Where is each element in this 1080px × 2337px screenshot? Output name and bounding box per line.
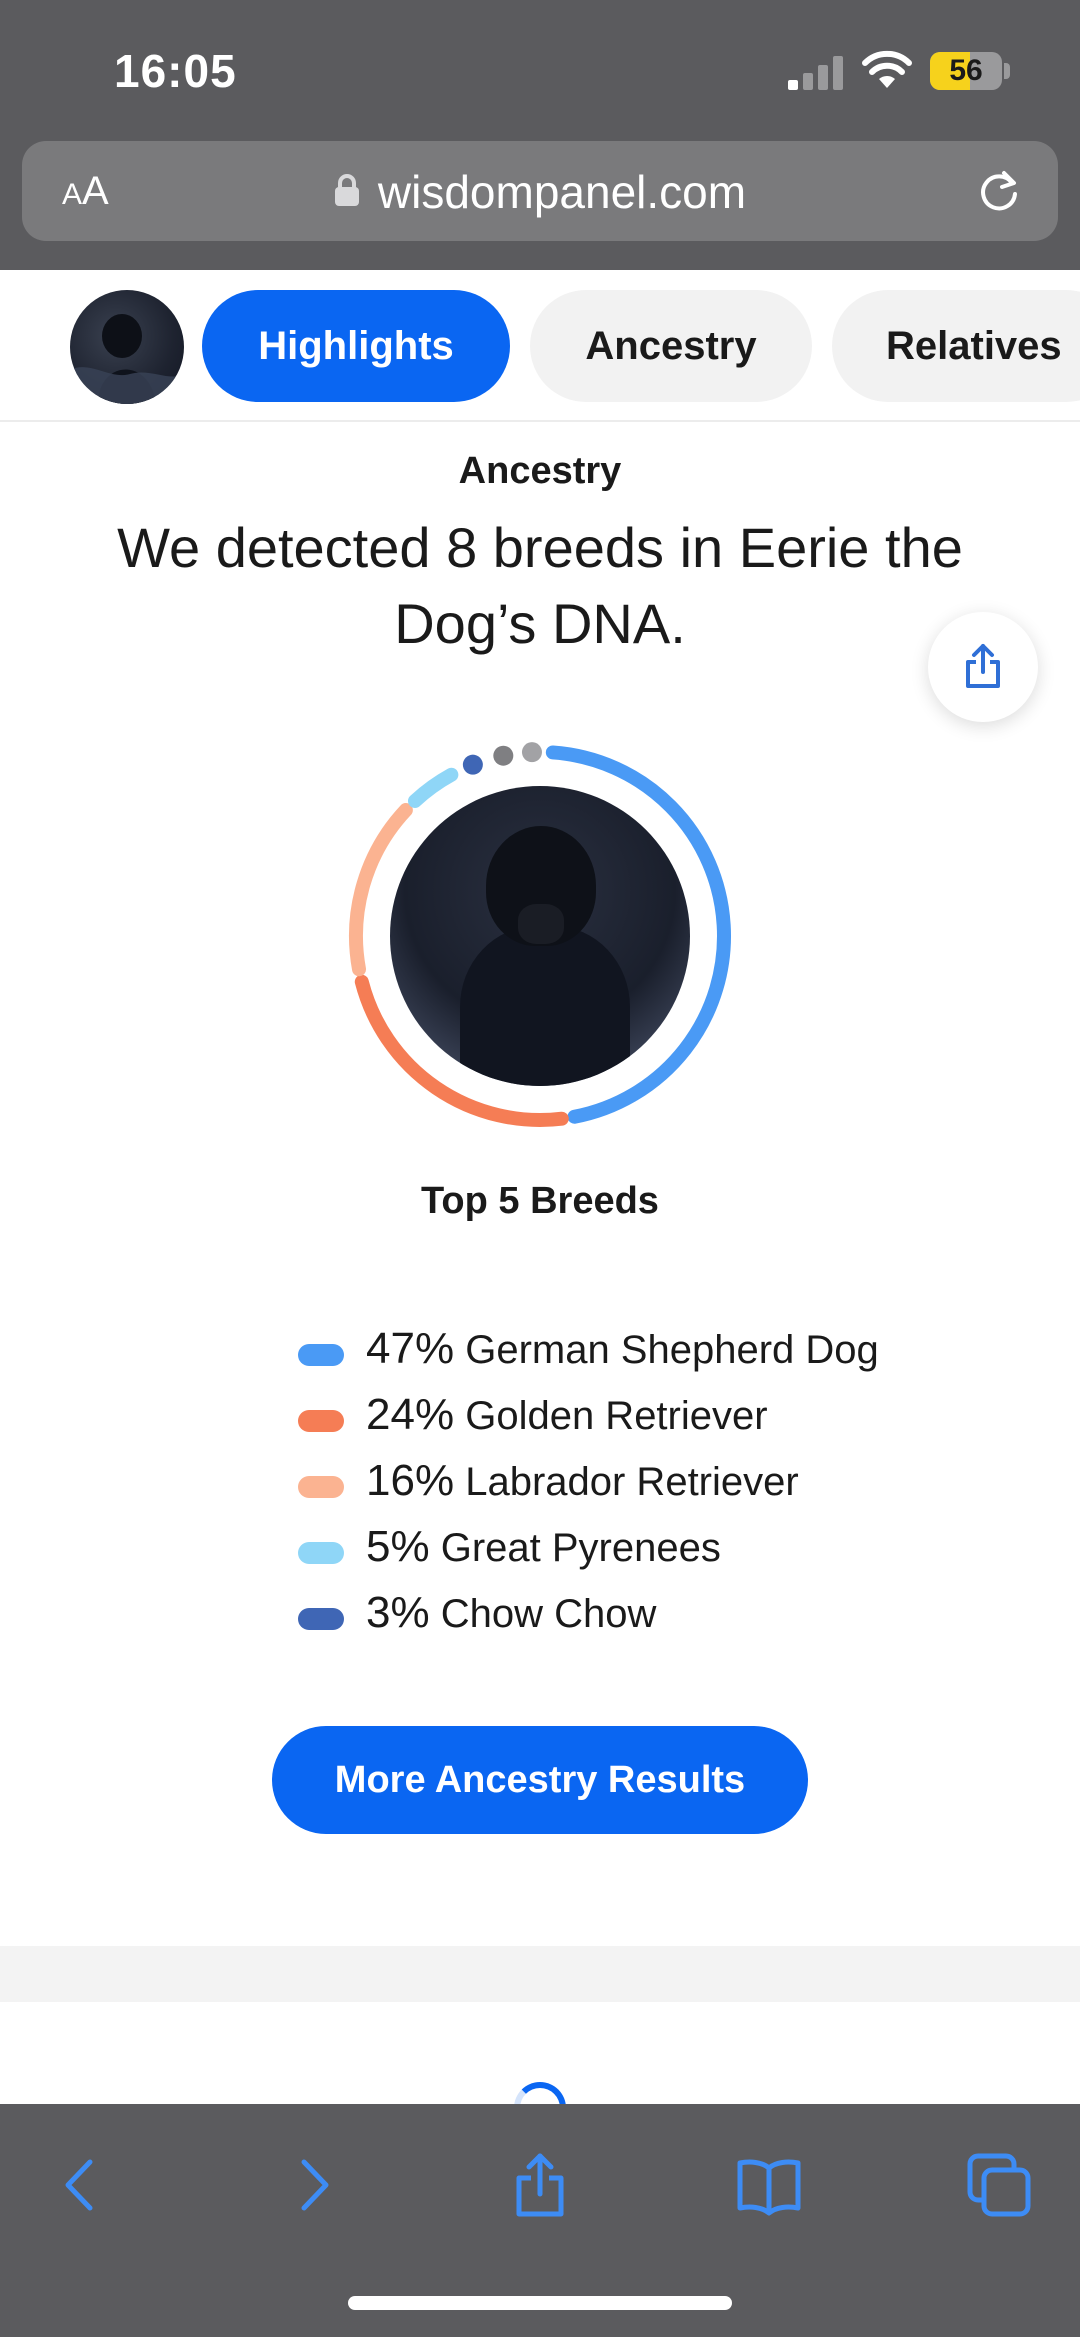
battery-level: 56: [949, 54, 983, 87]
ring-segment-4: [462, 754, 483, 775]
page-headline: We detected 8 breeds in Eerie the Dog’s …: [117, 516, 963, 655]
breed-name: Labrador Retriever: [465, 1460, 799, 1504]
legend-label: 24% Golden Retriever: [366, 1390, 768, 1440]
legend-spacer: [454, 1460, 465, 1504]
cellular-signal-icon: [788, 56, 843, 90]
dog-photo-snout: [518, 904, 564, 944]
reload-icon[interactable]: [976, 169, 1022, 215]
address-bar[interactable]: AA wisdompanel.com: [22, 141, 1058, 241]
breed-name: Chow Chow: [440, 1592, 657, 1636]
breed-percent: 47%: [366, 1324, 455, 1373]
legend-item: 47% German Shepherd Dog: [298, 1320, 998, 1386]
battery-nub: [1004, 63, 1010, 79]
status-time: 16:05: [114, 45, 237, 97]
ancestry-ring-chart: [340, 736, 740, 1136]
breed-percent: 16%: [366, 1456, 455, 1505]
dog-avatar[interactable]: [70, 290, 184, 404]
legend-item: 3% Chow Chow: [298, 1584, 998, 1650]
more-ancestry-results-button[interactable]: More Ancestry Results: [272, 1726, 808, 1834]
tab-highlights[interactable]: Highlights: [202, 290, 510, 402]
ring-segment-other-0: [493, 745, 514, 766]
battery-icon: 56: [930, 52, 1002, 90]
legend-label: 16% Labrador Retriever: [366, 1456, 799, 1506]
tab-navigation: Highlights Ancestry Relatives: [0, 270, 1080, 422]
forward-icon[interactable]: [278, 2150, 348, 2220]
tab-relatives[interactable]: Relatives: [832, 290, 1080, 402]
legend-label: 5% Great Pyrenees: [366, 1522, 721, 1572]
legend-item: 5% Great Pyrenees: [298, 1518, 998, 1584]
ring-segment-3: [407, 767, 459, 808]
legend-item: 24% Golden Retriever: [298, 1386, 998, 1452]
legend-spacer: [454, 1394, 465, 1438]
tabs-icon[interactable]: [964, 2150, 1034, 2220]
browser-top-chrome: 16:05 56 AA wisdompanel.com: [0, 0, 1080, 270]
dog-photo: [390, 786, 690, 1086]
url-display[interactable]: wisdompanel.com: [22, 163, 1058, 219]
wifi-icon: [862, 50, 912, 88]
legend-color-swatch: [298, 1410, 344, 1432]
dog-photo-body: [460, 926, 630, 1086]
section-divider: [0, 1946, 1080, 2002]
breed-name: Great Pyrenees: [440, 1526, 721, 1570]
top-breeds-title: Top 5 Breeds: [421, 1180, 659, 1222]
breed-legend: 47% German Shepherd Dog 24% Golden Retrie…: [298, 1320, 998, 1650]
legend-color-swatch: [298, 1542, 344, 1564]
breed-percent: 5%: [366, 1522, 430, 1571]
breed-name: German Shepherd Dog: [465, 1328, 879, 1372]
legend-color-swatch: [298, 1476, 344, 1498]
legend-color-swatch: [298, 1344, 344, 1366]
screen: 16:05 56 AA wisdompanel.com Highlights A…: [0, 0, 1080, 2337]
breed-percent: 24%: [366, 1390, 455, 1439]
lock-icon: [334, 163, 360, 206]
legend-label: 3% Chow Chow: [366, 1588, 656, 1638]
ring-segment-other-1: [521, 742, 542, 763]
share-button[interactable]: [928, 612, 1038, 722]
tab-ancestry[interactable]: Ancestry: [530, 290, 812, 402]
legend-color-swatch: [298, 1608, 344, 1630]
legend-spacer: [430, 1592, 441, 1636]
toolbar-share-icon[interactable]: [505, 2150, 575, 2220]
legend-spacer: [430, 1526, 441, 1570]
home-indicator: [348, 2296, 732, 2310]
url-text: wisdompanel.com: [377, 166, 747, 218]
legend-spacer: [454, 1328, 465, 1372]
bookmarks-icon[interactable]: [734, 2150, 804, 2220]
back-icon[interactable]: [46, 2150, 116, 2220]
share-icon: [966, 644, 1000, 688]
breed-name: Golden Retriever: [465, 1394, 768, 1438]
breed-percent: 3%: [366, 1588, 430, 1637]
legend-label: 47% German Shepherd Dog: [366, 1324, 879, 1374]
legend-item: 16% Labrador Retriever: [298, 1452, 998, 1518]
section-label: Ancestry: [458, 450, 622, 492]
